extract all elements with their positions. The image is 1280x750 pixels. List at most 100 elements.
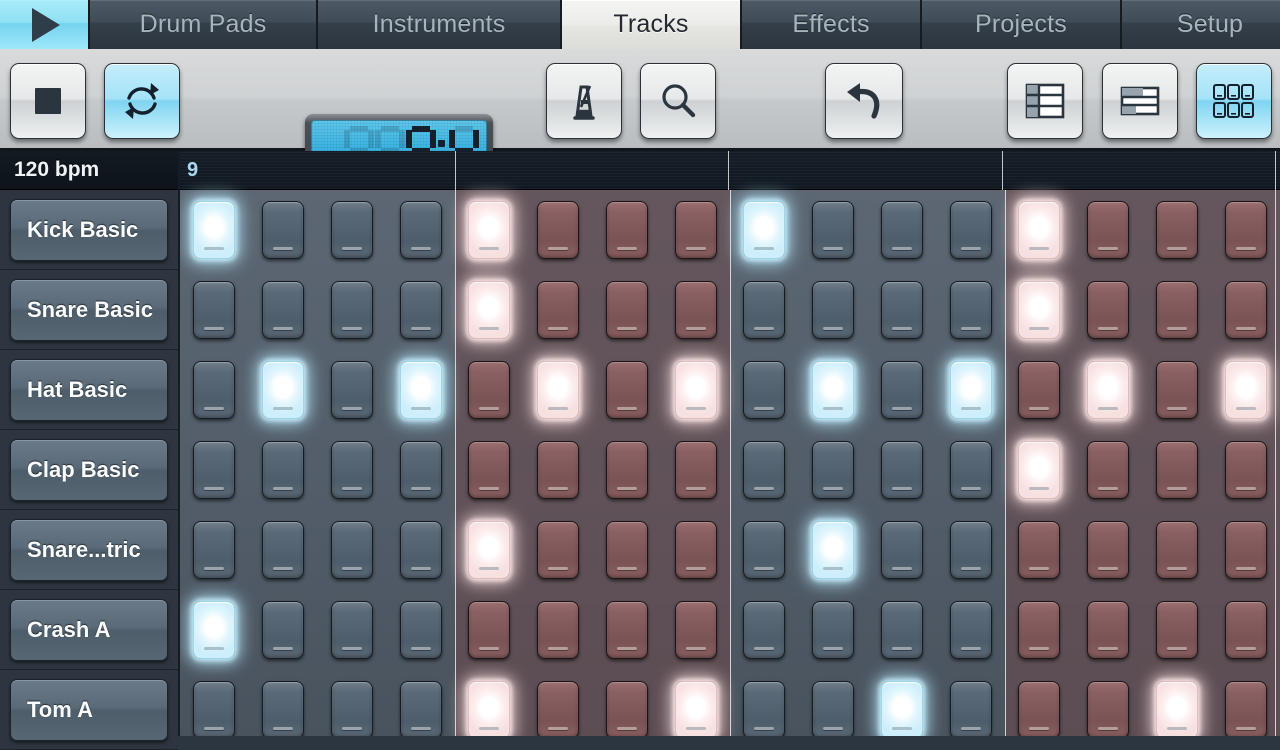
undo-button[interactable] bbox=[825, 63, 903, 139]
step-pad[interactable] bbox=[262, 361, 304, 419]
step-pad[interactable] bbox=[262, 201, 304, 259]
step-pad[interactable] bbox=[193, 601, 235, 659]
step-pad[interactable] bbox=[812, 441, 854, 499]
step-pad[interactable] bbox=[606, 361, 648, 419]
step-pad[interactable] bbox=[1225, 681, 1267, 736]
step-pad[interactable] bbox=[743, 601, 785, 659]
track-button[interactable]: Tom A bbox=[10, 678, 168, 741]
step-pad[interactable] bbox=[743, 361, 785, 419]
step-pad[interactable] bbox=[1018, 281, 1060, 339]
step-pad[interactable] bbox=[1087, 281, 1129, 339]
track-button[interactable]: Kick Basic bbox=[10, 198, 168, 261]
step-pad[interactable] bbox=[262, 441, 304, 499]
stop-button[interactable] bbox=[10, 63, 86, 139]
step-pad[interactable] bbox=[262, 521, 304, 579]
step-pad[interactable] bbox=[331, 601, 373, 659]
step-pad[interactable] bbox=[950, 441, 992, 499]
step-pad[interactable] bbox=[1156, 681, 1198, 736]
track-button[interactable]: Clap Basic bbox=[10, 438, 168, 501]
step-pad[interactable] bbox=[537, 521, 579, 579]
step-pad[interactable] bbox=[881, 681, 923, 736]
list-view-button[interactable] bbox=[1007, 63, 1083, 139]
tab-tracks[interactable]: Tracks bbox=[562, 0, 742, 49]
step-pad[interactable] bbox=[1087, 601, 1129, 659]
step-pad[interactable] bbox=[1156, 601, 1198, 659]
step-pad[interactable] bbox=[950, 601, 992, 659]
step-pad[interactable] bbox=[950, 681, 992, 736]
step-pad[interactable] bbox=[606, 441, 648, 499]
track-button[interactable]: Crash A bbox=[10, 598, 168, 661]
step-pad[interactable] bbox=[743, 681, 785, 736]
step-pad[interactable] bbox=[537, 601, 579, 659]
step-pad[interactable] bbox=[468, 441, 510, 499]
step-pad[interactable] bbox=[1087, 201, 1129, 259]
step-pad[interactable] bbox=[400, 361, 442, 419]
step-pad[interactable] bbox=[1156, 201, 1198, 259]
step-pad[interactable] bbox=[675, 441, 717, 499]
step-pad[interactable] bbox=[468, 281, 510, 339]
step-pad[interactable] bbox=[537, 441, 579, 499]
step-pad[interactable] bbox=[1225, 361, 1267, 419]
step-pad[interactable] bbox=[606, 521, 648, 579]
step-pad[interactable] bbox=[743, 521, 785, 579]
step-pad[interactable] bbox=[193, 361, 235, 419]
step-pad[interactable] bbox=[1225, 441, 1267, 499]
step-pad[interactable] bbox=[1018, 601, 1060, 659]
step-pad[interactable] bbox=[675, 201, 717, 259]
step-pad[interactable] bbox=[606, 681, 648, 736]
step-pad[interactable] bbox=[468, 201, 510, 259]
step-pad[interactable] bbox=[675, 361, 717, 419]
step-pad[interactable] bbox=[537, 201, 579, 259]
step-pad[interactable] bbox=[1087, 441, 1129, 499]
step-pad[interactable] bbox=[400, 201, 442, 259]
step-pad[interactable] bbox=[331, 521, 373, 579]
step-pad[interactable] bbox=[812, 361, 854, 419]
tab-drum-pads[interactable]: Drum Pads bbox=[90, 0, 318, 49]
step-pad[interactable] bbox=[675, 281, 717, 339]
step-pad[interactable] bbox=[1225, 601, 1267, 659]
step-pad[interactable] bbox=[1087, 521, 1129, 579]
tab-setup[interactable]: Setup bbox=[1122, 0, 1280, 49]
step-pad[interactable] bbox=[400, 281, 442, 339]
step-pad[interactable] bbox=[331, 361, 373, 419]
step-pad[interactable] bbox=[950, 361, 992, 419]
step-pad[interactable] bbox=[537, 361, 579, 419]
step-pad[interactable] bbox=[675, 521, 717, 579]
step-pad[interactable] bbox=[1156, 281, 1198, 339]
step-pad[interactable] bbox=[262, 601, 304, 659]
step-pad[interactable] bbox=[881, 281, 923, 339]
step-pad[interactable] bbox=[468, 601, 510, 659]
tab-projects[interactable]: Projects bbox=[922, 0, 1122, 49]
step-pad[interactable] bbox=[468, 521, 510, 579]
step-pad[interactable] bbox=[1018, 441, 1060, 499]
step-pad[interactable] bbox=[193, 521, 235, 579]
track-button[interactable]: Hat Basic bbox=[10, 358, 168, 421]
step-pad[interactable] bbox=[1018, 521, 1060, 579]
step-pad[interactable] bbox=[1225, 521, 1267, 579]
step-pad[interactable] bbox=[1156, 361, 1198, 419]
step-pad[interactable] bbox=[606, 281, 648, 339]
track-button[interactable]: Snare Basic bbox=[10, 278, 168, 341]
step-pad[interactable] bbox=[743, 281, 785, 339]
step-pad[interactable] bbox=[881, 521, 923, 579]
step-pad[interactable] bbox=[743, 201, 785, 259]
step-pad[interactable] bbox=[331, 201, 373, 259]
step-pad[interactable] bbox=[675, 601, 717, 659]
step-pad[interactable] bbox=[1225, 201, 1267, 259]
step-pad[interactable] bbox=[1156, 521, 1198, 579]
track-button[interactable]: Snare...tric bbox=[10, 518, 168, 581]
step-pad[interactable] bbox=[812, 601, 854, 659]
zoom-button[interactable] bbox=[640, 63, 716, 139]
step-pad[interactable] bbox=[1018, 201, 1060, 259]
step-pad[interactable] bbox=[331, 281, 373, 339]
step-pad[interactable] bbox=[193, 281, 235, 339]
step-pad[interactable] bbox=[606, 201, 648, 259]
step-pad[interactable] bbox=[400, 441, 442, 499]
step-pad[interactable] bbox=[262, 281, 304, 339]
step-pad[interactable] bbox=[1087, 681, 1129, 736]
tab-effects[interactable]: Effects bbox=[742, 0, 922, 49]
arrange-view-button[interactable] bbox=[1102, 63, 1178, 139]
step-pad[interactable] bbox=[950, 201, 992, 259]
step-pad[interactable] bbox=[881, 601, 923, 659]
step-pad[interactable] bbox=[812, 681, 854, 736]
